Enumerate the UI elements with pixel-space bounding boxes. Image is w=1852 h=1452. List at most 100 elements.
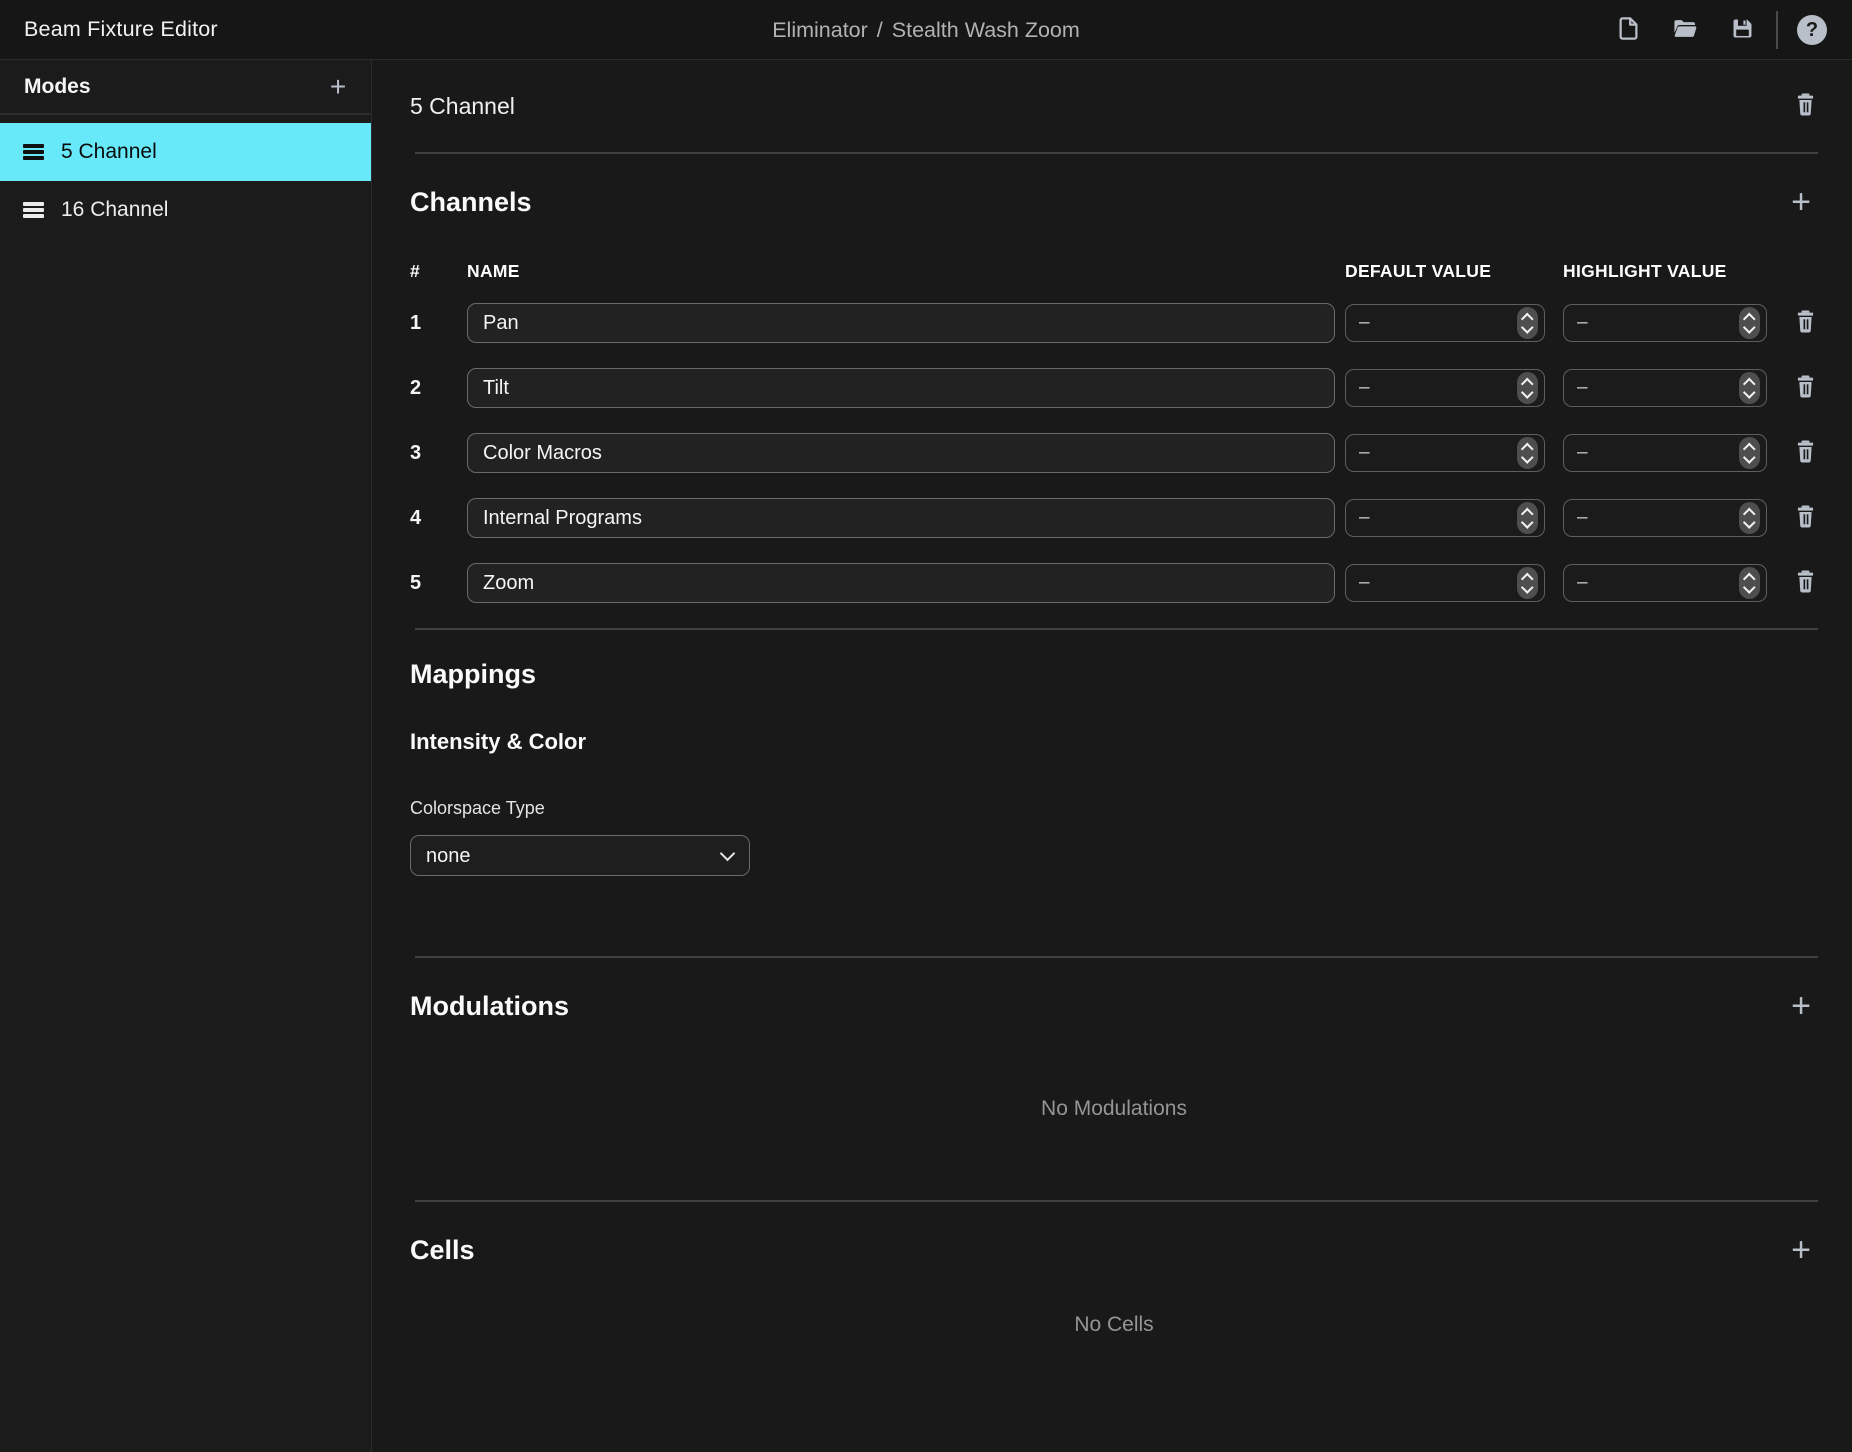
default-value-input[interactable]: – [1345,434,1545,472]
mode-item-label: 16 Channel [61,198,168,222]
column-highlight-value: HIGHLIGHT VALUE [1563,261,1767,282]
stepper-down-icon[interactable] [1521,387,1533,399]
save-icon [1729,15,1756,45]
add-cell-button[interactable]: + [1784,1233,1818,1267]
save-button[interactable] [1726,14,1758,46]
highlight-value-text: – [1577,572,1588,594]
stepper-down-icon[interactable] [1743,452,1755,464]
help-button[interactable]: ? [1796,14,1828,46]
stepper-down-icon[interactable] [1521,452,1533,464]
breadcrumb-fixture-name: Stealth Wash Zoom [892,18,1080,43]
trash-icon [1793,503,1818,533]
default-value-text: – [1359,312,1370,334]
add-channel-button[interactable]: + [1784,185,1818,219]
new-document-icon [1615,15,1642,45]
divider [415,152,1818,154]
default-value-input[interactable]: – [1345,304,1545,342]
channel-name-input[interactable] [467,433,1335,473]
value-stepper[interactable] [1517,307,1538,339]
trash-icon [1793,568,1818,598]
sidebar: Modes + 5 Channel 16 Channel [0,60,372,1452]
default-value-input[interactable]: – [1345,369,1545,407]
value-stepper[interactable] [1739,437,1760,469]
sidebar-item-5-channel[interactable]: 5 Channel [0,123,371,181]
channel-number: 2 [410,377,467,400]
stepper-down-icon[interactable] [1743,322,1755,334]
value-stepper[interactable] [1517,567,1538,599]
delete-channel-button[interactable] [1793,438,1818,468]
intensity-color-subheading: Intensity & Color [410,728,1818,756]
default-value-text: – [1359,442,1370,464]
trash-icon [1793,373,1818,403]
default-value-input[interactable]: – [1345,564,1545,602]
breadcrumb: Eliminator / Stealth Wash Zoom [772,0,1080,60]
sidebar-item-16-channel[interactable]: 16 Channel [0,181,371,239]
delete-channel-button[interactable] [1793,503,1818,533]
sidebar-header: Modes + [0,60,371,115]
colorspace-select[interactable]: none [410,835,750,876]
value-stepper[interactable] [1739,567,1760,599]
stepper-down-icon[interactable] [1521,582,1533,594]
modulations-heading: Modulations [410,988,569,1024]
breadcrumb-manufacturer: Eliminator [772,18,868,43]
highlight-value-input[interactable]: – [1563,434,1767,472]
highlight-value-input[interactable]: – [1563,369,1767,407]
channel-name-input[interactable] [467,498,1335,538]
colorspace-type-label: Colorspace Type [410,796,1818,820]
channel-row: 1 – – [410,303,1818,343]
stepper-down-icon[interactable] [1743,582,1755,594]
open-file-button[interactable] [1669,14,1701,46]
table-rows-icon [23,202,44,219]
mode-item-label: 5 Channel [61,140,157,164]
trash-icon [1793,438,1818,468]
value-stepper[interactable] [1739,372,1760,404]
value-stepper[interactable] [1517,502,1538,534]
channel-number: 3 [410,442,467,465]
mode-list: 5 Channel 16 Channel [0,115,371,239]
highlight-value-input[interactable]: – [1563,564,1767,602]
delete-channel-button[interactable] [1793,568,1818,598]
table-rows-icon [23,144,44,161]
divider [415,956,1818,958]
highlight-value-input[interactable]: – [1563,499,1767,537]
value-stepper[interactable] [1739,307,1760,339]
channel-row: 2 – – [410,368,1818,408]
stepper-down-icon[interactable] [1743,517,1755,529]
mappings-heading: Mappings [410,656,536,692]
add-mode-button[interactable]: + [321,70,355,104]
value-stepper[interactable] [1739,502,1760,534]
channel-row: 3 – – [410,433,1818,473]
column-name: NAME [467,261,1345,282]
modulations-empty-state: No Modulations [410,1096,1818,1122]
modulations-section: Modulations + No Modulations [410,988,1818,1122]
page-title: 5 Channel [410,93,515,120]
mappings-section: Mappings Intensity & Color Colorspace Ty… [410,656,1818,876]
colorspace-select-wrap: none [410,835,750,876]
divider [415,628,1818,630]
stepper-down-icon[interactable] [1743,387,1755,399]
default-value-text: – [1359,572,1370,594]
channel-name-input[interactable] [467,368,1335,408]
topbar: Beam Fixture Editor Eliminator / Stealth… [0,0,1852,60]
stepper-down-icon[interactable] [1521,322,1533,334]
highlight-value-input[interactable]: – [1563,304,1767,342]
channel-name-input[interactable] [467,303,1335,343]
channel-name-input[interactable] [467,563,1335,603]
column-number: # [410,261,467,282]
stepper-down-icon[interactable] [1521,517,1533,529]
trash-icon [1793,308,1818,338]
value-stepper[interactable] [1517,437,1538,469]
default-value-input[interactable]: – [1345,499,1545,537]
add-modulation-button[interactable]: + [1784,989,1818,1023]
channels-table-body: 1 – – [410,303,1818,603]
new-file-button[interactable] [1612,14,1644,46]
topbar-actions: ? [1587,11,1828,49]
cells-empty-state: No Cells [410,1312,1818,1338]
value-stepper[interactable] [1517,372,1538,404]
delete-channel-button[interactable] [1793,373,1818,403]
delete-channel-button[interactable] [1793,308,1818,338]
channel-number: 4 [410,507,467,530]
divider [415,1200,1818,1202]
delete-mode-button[interactable] [1793,91,1818,121]
modes-title: Modes [24,75,91,99]
